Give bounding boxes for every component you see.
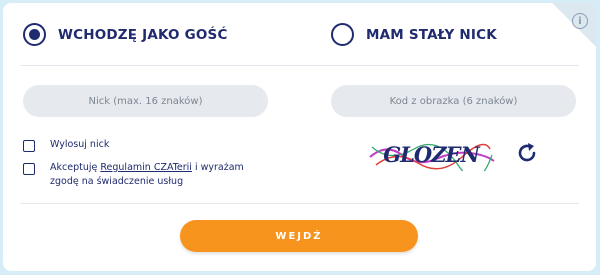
info-icon[interactable]: i bbox=[572, 13, 588, 29]
guest-option[interactable]: WCHODZĘ JAKO GOŚĆ bbox=[23, 23, 228, 46]
registered-nick-radio[interactable] bbox=[331, 23, 354, 46]
terms-link[interactable]: Regulamin CZATerii bbox=[100, 162, 192, 173]
random-nick-checkbox[interactable] bbox=[23, 140, 35, 152]
random-nick-label: Wylosuj nick bbox=[50, 139, 110, 150]
captcha-text: GLOZEN bbox=[383, 142, 480, 167]
registered-nick-option-label: MAM STAŁY NICK bbox=[366, 26, 497, 43]
nick-input[interactable] bbox=[23, 85, 268, 117]
captcha-image: GLOZEN bbox=[366, 137, 497, 171]
terms-prefix: Akceptuję bbox=[50, 162, 101, 173]
refresh-icon[interactable] bbox=[515, 141, 539, 165]
guest-radio[interactable] bbox=[23, 23, 46, 46]
terms-checkbox[interactable] bbox=[23, 163, 35, 175]
enter-button[interactable]: WEJDŹ bbox=[180, 220, 418, 252]
radio-selected-dot bbox=[29, 29, 40, 40]
captcha-code-input[interactable] bbox=[331, 85, 576, 117]
terms-row[interactable]: Akceptuję Regulamin CZATerii i wyrażam z… bbox=[23, 161, 270, 189]
guest-option-label: WCHODZĘ JAKO GOŚĆ bbox=[58, 26, 228, 43]
login-panel: i WCHODZĘ JAKO GOŚĆ MAM STAŁY NICK Wylos… bbox=[3, 3, 596, 271]
random-nick-row[interactable]: Wylosuj nick bbox=[23, 138, 270, 152]
terms-label: Akceptuję Regulamin CZATerii i wyrażam z… bbox=[50, 161, 270, 189]
registered-nick-option[interactable]: MAM STAŁY NICK bbox=[331, 23, 497, 46]
divider bbox=[20, 65, 579, 66]
divider bbox=[20, 203, 579, 204]
